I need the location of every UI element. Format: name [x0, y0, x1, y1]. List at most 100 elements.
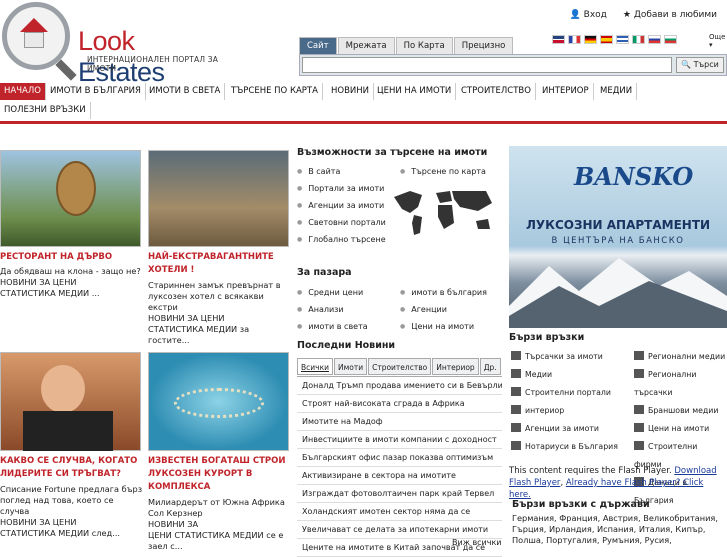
quick-link[interactable]: Агенции за имоти — [511, 420, 618, 438]
post-image-leader[interactable] — [0, 352, 141, 451]
quick-link[interactable]: Строителни портали — [511, 384, 618, 402]
post-text: Стариннен замък превърнат в луксозен хот… — [148, 280, 281, 345]
quick-link[interactable]: Браншови медии — [634, 402, 727, 420]
search-icon — [511, 351, 521, 360]
agency-icon — [511, 423, 521, 432]
tab-web[interactable]: Мрежата — [337, 37, 395, 54]
news-item[interactable]: Активизиране в сектора на имотите — [297, 467, 502, 485]
countries-line[interactable]: Гърция, Ирландия, Испания, Италия, Кипър… — [512, 524, 718, 535]
post-title[interactable]: НАЙ-ЕКСТРАВАГАНТНИТЕ ХОТЕЛИ ! — [148, 251, 293, 277]
nav-construction[interactable]: СТРОИТЕЛСТВО — [457, 83, 536, 100]
market-link[interactable]: Средни цени — [297, 284, 368, 301]
flag-de-icon[interactable] — [584, 35, 597, 44]
market-right: имоти в българия Агенции Цени на имоти — [400, 284, 487, 335]
news-item[interactable]: Доналд Тръмп продава имението си в Бевър… — [297, 377, 502, 395]
flag-bg-icon[interactable] — [664, 35, 677, 44]
news-item[interactable]: Българският офис пазар показва оптимизъм — [297, 449, 502, 467]
nav-interior[interactable]: ИНТЕРИОР — [538, 83, 594, 100]
news-item[interactable]: Холандският имотен сектор няма да се — [297, 503, 502, 521]
option-link[interactable]: В сайта — [297, 163, 386, 180]
post-title[interactable]: РЕСТОРАНТ НА ДЪРВО — [0, 251, 145, 264]
nav-bulgaria[interactable]: ИМОТИ В БЪЛГАРИЯ — [46, 83, 146, 100]
mountains-illustration — [509, 258, 727, 328]
favorites-link[interactable]: ★ Добави в любими — [623, 10, 717, 20]
more-languages-link[interactable]: Още ▾ — [709, 33, 725, 49]
option-link[interactable]: Търсене по карта — [400, 163, 486, 180]
nav-map-search[interactable]: ТЪРСЕНЕ ПО КАРТА — [227, 83, 323, 100]
countries-line[interactable]: Германия, Франция, Австрия, Великобритан… — [512, 513, 718, 524]
nav-world[interactable]: ИМОТИ В СВЕТА — [145, 83, 226, 100]
news-item[interactable]: Изграждат фотоволтаичен парк край Тервел — [297, 485, 502, 503]
flag-it-icon[interactable] — [632, 35, 645, 44]
news-tab-other[interactable]: Др. — [479, 358, 501, 375]
search-icon: 🔍 — [681, 60, 692, 69]
market-link[interactable]: Анализи — [297, 301, 368, 318]
flag-fr-icon[interactable] — [568, 35, 581, 44]
news-tab-construction[interactable]: Строителство — [368, 358, 432, 375]
tab-map[interactable]: По Карта — [395, 37, 453, 54]
news-more-link[interactable]: Виж всички — [452, 538, 502, 547]
post-title[interactable]: КАКВО СЕ СЛУЧВА, КОГАТО ЛИДЕРИТЕ СИ ТРЪГ… — [0, 455, 145, 481]
countries-list: Германия, Франция, Австрия, Великобритан… — [512, 513, 718, 546]
quick-link[interactable]: Цени на имоти — [634, 420, 727, 438]
bansko-ad-banner[interactable]: BANSKO ЛУКСОЗНИ АПАРТАМЕНТИ В ЦЕНТЪРА НА… — [509, 146, 727, 328]
news-item[interactable]: Строят най-високата сграда в Африка — [297, 395, 502, 413]
quick-link[interactable]: Регионални търсачки — [634, 366, 727, 402]
market-link[interactable]: имоти в света — [297, 318, 367, 335]
quick-link[interactable]: Медии — [511, 366, 618, 384]
option-link[interactable]: Глобално търсене — [297, 231, 386, 248]
news-item[interactable]: Увеличават се делата за ипотекарни имоти — [297, 521, 502, 539]
flag-es-icon[interactable] — [600, 35, 613, 44]
quick-link[interactable]: Търсачки за имоти — [511, 348, 618, 366]
house-roof-icon — [20, 18, 48, 32]
news-item[interactable]: Имотите на Мадоф — [297, 413, 502, 431]
flash-notice: This content requires the Flash Player. … — [509, 466, 717, 500]
logo[interactable]: Look Estates ИНТЕРНАЦИОНАЛЕН ПОРТАЛ ЗА И… — [0, 0, 223, 87]
option-link[interactable]: Портали за имоти — [297, 180, 386, 197]
countries-line[interactable]: Полша, Португалия, Румъния, Русия, — [512, 535, 718, 546]
quick-link[interactable]: Нотариуси в България — [511, 438, 618, 456]
flag-uk-icon[interactable] — [552, 35, 565, 44]
flag-ru-icon[interactable] — [648, 35, 661, 44]
market-link[interactable]: Агенции — [400, 301, 487, 318]
option-link[interactable]: Агенции за имоти — [297, 197, 386, 214]
quick-link[interactable]: интериор — [511, 402, 618, 420]
login-link[interactable]: 👤 Вход — [570, 10, 607, 20]
post-image-tree-restaurant[interactable] — [0, 150, 141, 247]
news-item[interactable]: Инвестициите в имоти компании с доходнос… — [297, 431, 502, 449]
market-link[interactable]: Цени на имоти — [400, 318, 487, 335]
news-tab-all[interactable]: Всички — [297, 358, 333, 375]
news-list: Доналд Тръмп продава имението си в Бевър… — [297, 376, 502, 557]
tab-site[interactable]: Сайт — [299, 37, 337, 54]
house-icon — [24, 32, 44, 48]
nav-prices[interactable]: ЦЕНИ НА ИМОТИ — [373, 83, 457, 100]
search-input[interactable] — [302, 57, 672, 73]
post-image-resort[interactable] — [148, 352, 289, 451]
option-link[interactable]: Световни портали — [297, 214, 386, 231]
post-text: Списание Fortune предлага бърз поглед на… — [0, 484, 143, 538]
language-flags — [552, 35, 677, 44]
search-button[interactable]: 🔍 Търси — [676, 57, 724, 73]
post-text: Да обядваш на клона - защо не? НОВИНИ ЗА … — [0, 266, 141, 298]
market-link[interactable]: имоти в българия — [400, 284, 487, 301]
news-title: Последни Новини — [297, 340, 396, 351]
news-tab-interior[interactable]: Интериор — [432, 358, 479, 375]
nav-home[interactable]: НАЧАЛО — [0, 83, 46, 100]
post-title[interactable]: ИЗВЕСТЕН БОГАТАШ СТРОИ ЛУКСОЗЕН КУРОРТ В… — [148, 455, 293, 494]
media-icon — [634, 351, 644, 360]
quick-link[interactable]: Регионални медии — [634, 348, 727, 366]
countries-title: Бързи връзки с държави — [512, 499, 650, 510]
quick-links-left: Търсачки за имоти Медии Строителни порта… — [511, 348, 618, 456]
post-text: Милиардерът от Южна Африка Сол Керзнер НО… — [148, 497, 285, 551]
flag-gr-icon[interactable] — [616, 35, 629, 44]
nav-useful-links[interactable]: ПОЛЕЗНИ ВРЪЗКИ — [0, 102, 91, 119]
nav-media[interactable]: МЕДИИ — [596, 83, 638, 100]
world-map-icon[interactable] — [388, 183, 500, 243]
nav-news[interactable]: НОВИНИ — [327, 83, 375, 100]
news-tab-estates[interactable]: Имоти — [333, 358, 368, 375]
search-icon — [634, 369, 644, 378]
search-options-title: Възможности за търсене на имоти — [297, 147, 488, 158]
tab-precise[interactable]: Прецизно — [453, 37, 514, 54]
post-image-hotel[interactable] — [148, 150, 289, 247]
search-tabs: Сайт Мрежата По Карта Прецизно — [299, 37, 514, 54]
